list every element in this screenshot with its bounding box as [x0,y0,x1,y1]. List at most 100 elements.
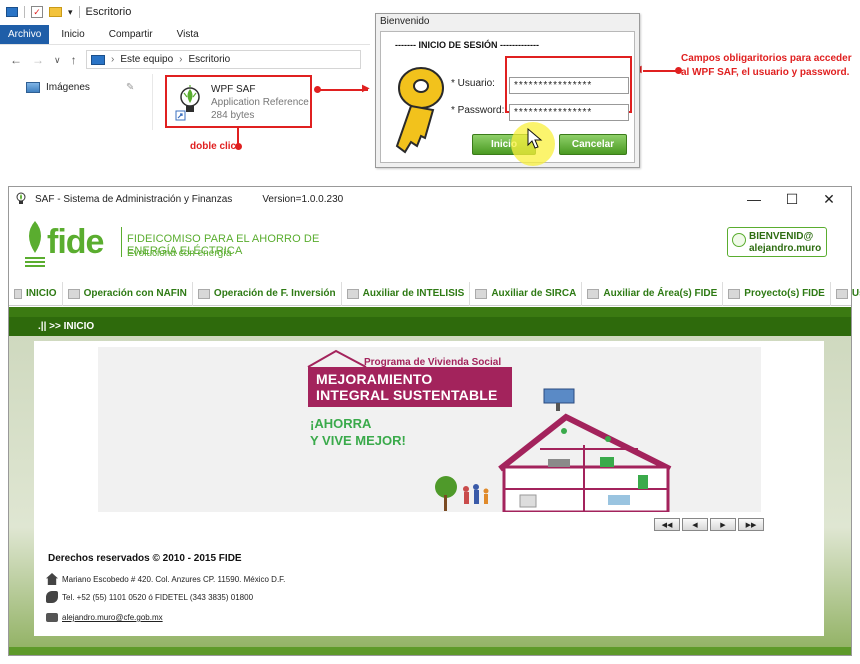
menu-item-areas[interactable]: Auxiliar de Área(s) FIDE [582,281,724,306]
menu-item-sirca[interactable]: Auxiliar de SIRCA [470,281,583,306]
phone-icon [46,591,58,603]
ribbon-tab-vista[interactable]: Vista [165,29,211,40]
logo-wordmark: fide [47,223,104,261]
footer-phone: Tel. +52 (55) 1101 0520 ó FIDETEL (343 3… [46,591,253,603]
forward-arrow-icon[interactable]: → [32,53,44,67]
footer-band [9,647,851,655]
menu-icon [728,288,741,299]
header-band [9,307,851,317]
login-dialog: Bienvenido ------- INICIO DE SESIÓN ----… [375,13,640,168]
sidebar-item-imagenes[interactable]: Imágenes [26,82,90,93]
menu-icon [197,288,210,299]
back-arrow-icon[interactable]: ← [10,53,22,67]
address-separator: › [111,54,115,65]
leaf-logo-icon [25,221,45,267]
house-illustration [435,388,672,512]
folder-icon[interactable] [49,7,62,17]
menu-icon [67,288,80,299]
footer-address: Mariano Escobedo # 420. Col. Anzures CP.… [46,573,285,585]
prev-slide-button[interactable]: ◀ [682,518,708,531]
mouse-pointer-icon [527,128,543,149]
banner-title-line1: MEJORAMIENTO [316,371,433,387]
main-content: Programa de Vivienda Social MEJORAMIENTO… [34,341,824,636]
ribbon-tab-inicio[interactable]: Inicio [49,29,96,40]
email-link[interactable]: alejandro.muro@cfe.gob.mx [62,613,163,622]
app-version: Version=1.0.0.230 [262,193,344,205]
up-arrow-icon[interactable]: ↑ [71,53,77,67]
menu-item-label: Usuario(s) [851,288,860,299]
menu-item-label: INICIO [26,288,57,299]
annotation-required-fields: Campos obligaritorios para acceder al WP… [681,53,852,78]
app-title: SAF - Sistema de Administración y Finanz… [35,193,233,205]
app-titlebar: SAF - Sistema de Administración y Finanz… [9,187,851,211]
file-size: 284 bytes [211,110,255,121]
password-field[interactable]: **************** [509,104,629,121]
key-icon [395,67,444,154]
menu-item-label: Auxiliar de SIRCA [491,288,577,299]
logo-tagline-2: Evoluciona con energía [127,248,232,259]
main-menu: INICIO Operación con NAFIN Operación de … [9,281,860,306]
copyright: Derechos reservados © 2010 - 2015 FIDE [48,553,242,564]
dialog-title: Bienvenido [380,16,430,27]
menu-icon [475,288,488,299]
file-name: WPF SAF [211,84,256,95]
last-slide-button[interactable]: ▶▶ [738,518,764,531]
minimize-button[interactable]: — [739,190,769,208]
annotation-dot [314,86,321,93]
welcome-badge: BIENVENID@ alejandro.muro [727,227,827,257]
menu-item-inicio[interactable]: INICIO [9,281,63,306]
pictures-icon [26,82,40,93]
promo-banner: Programa de Vivienda Social MEJORAMIENTO… [98,347,761,512]
menu-item-label: Auxiliar de INTELISIS [362,288,465,299]
menu-item-nafin[interactable]: Operación con NAFIN [63,281,193,306]
address-bar[interactable]: › Este equipo › Escritorio [86,50,361,69]
annotation-dot [235,143,242,150]
footer-address-text: Mariano Escobedo # 420. Col. Anzures CP.… [62,574,286,584]
checklist-icon[interactable]: ✓ [31,6,43,18]
annotation-line-doubleclick [237,128,239,144]
next-slide-button[interactable]: ▶ [710,518,736,531]
bulb-app-icon [175,85,200,121]
login-panel: ------- INICIO DE SESIÓN ------------- *… [380,31,635,166]
first-slide-button[interactable]: ◀◀ [654,518,680,531]
address-separator: › [179,54,183,65]
annotation-line-to-fields [643,70,679,72]
menu-item-inversion[interactable]: Operación de F. Inversión [193,281,342,306]
close-button[interactable]: ✕ [814,190,844,208]
banner-pager: ◀◀ ◀ ▶ ▶▶ [654,518,764,531]
explorer-titlebar: ✓ ▾ Escritorio [0,0,370,24]
saf-app-window: SAF - Sistema de Administración y Finanz… [8,186,860,656]
recent-dropdown-icon[interactable]: ∨ [54,55,61,66]
sidebar-item-label: Imágenes [46,82,90,93]
user-field[interactable]: **************** [509,77,629,94]
arrow-head-icon: ▶ [362,83,370,94]
mail-icon [46,613,58,622]
menu-item-intelisis[interactable]: Auxiliar de INTELISIS [342,281,471,306]
ribbon-file-tab[interactable]: Archivo [0,25,50,44]
address-segment-este-equipo[interactable]: Este equipo [120,54,173,65]
welcome-username: alejandro.muro [749,243,822,254]
footer-email: alejandro.muro@cfe.gob.mx [46,613,163,622]
file-explorer-window: ✓ ▾ Escritorio Archivo Inicio Compartir … [0,0,370,152]
footer-phone-text: Tel. +52 (55) 1101 0520 ó FIDETEL (343 3… [62,592,254,602]
maximize-button[interactable]: ☐ [777,190,807,208]
breadcrumb: .|| >> INICIO [9,317,851,336]
cancel-button[interactable]: Cancelar [559,134,627,155]
ribbon-tab-compartir[interactable]: Compartir [97,29,165,40]
login-heading: ------- INICIO DE SESIÓN ------------- [395,40,539,50]
wpf-saf-file[interactable]: WPF SAF Application Reference 284 bytes [165,75,312,128]
user-icon [732,233,746,247]
explorer-path-title: Escritorio [85,6,132,18]
menu-item-label: Proyecto(s) FIDE [744,288,825,299]
user-label: * Usuario: [451,78,495,89]
pin-icon[interactable]: ✎ [126,82,134,93]
menu-item-label: Auxiliar de Área(s) FIDE [603,288,718,299]
quick-access-dropdown-icon[interactable]: ▾ [68,7,73,18]
bulb-app-icon [16,192,26,204]
menu-item-proyectos[interactable]: Proyecto(s) FIDE [723,281,831,306]
double-click-note: doble clic [190,141,237,152]
menu-icon [835,288,848,299]
fide-logo: fide FIDEICOMISO PARA EL AHORRO DE ENERG… [19,219,349,274]
menu-item-usuarios[interactable]: Usuario(s) [831,282,860,306]
address-segment-escritorio[interactable]: Escritorio [189,54,231,65]
